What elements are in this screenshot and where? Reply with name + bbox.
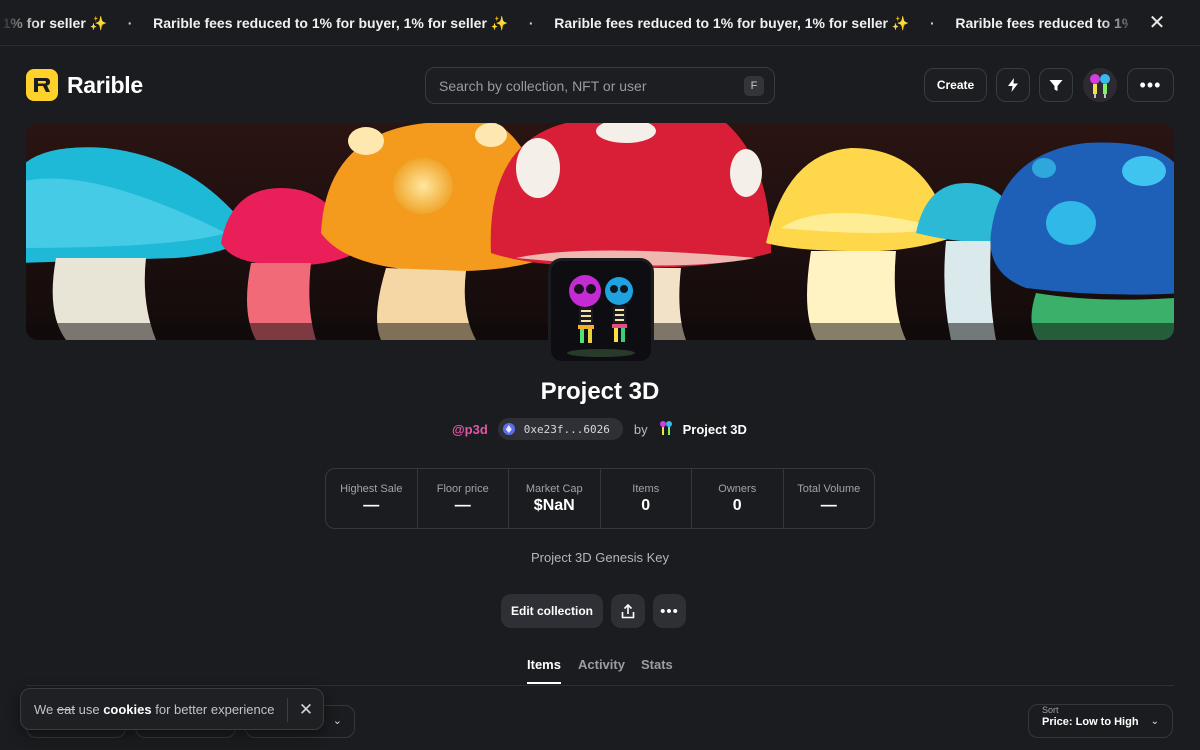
collection-avatar[interactable] [548, 258, 654, 364]
ticker-separator: · [528, 15, 534, 31]
stat-value: — [820, 497, 837, 514]
collection-stats: Highest Sale — Floor price — Market Cap … [325, 468, 875, 529]
search-bar[interactable]: F [425, 67, 775, 104]
cookie-banner: We eat use cookies for better experience… [20, 688, 324, 730]
filter-icon [1049, 79, 1063, 91]
chevron-down-icon: ⌄ [332, 715, 342, 727]
collection-description: Project 3D Genesis Key [530, 550, 669, 565]
ticker-fade-left [0, 0, 40, 45]
rarible-logo-icon[interactable] [26, 69, 58, 101]
cookie-message: We eat use cookies for better experience [34, 702, 274, 717]
ticker-separator: · [127, 15, 133, 31]
cookie-text-suffix: for better experience [155, 702, 275, 717]
contract-address: 0xe23f...6026 [523, 422, 610, 436]
stat-floor-price: Floor price — [418, 469, 509, 528]
stat-label: Market Cap [525, 483, 583, 495]
search-shortcut-key: F [744, 76, 764, 96]
stat-market-cap: Market Cap $NaN [509, 469, 601, 528]
stat-label: Highest Sale [340, 483, 403, 495]
cookie-text-bold: cookies [103, 702, 152, 717]
sort-dropdown[interactable]: Sort Price: Low to High ⌄ [1028, 704, 1173, 738]
bolt-button[interactable] [996, 68, 1030, 102]
create-button[interactable]: Create [924, 68, 987, 102]
collection-handle[interactable]: @p3d [452, 422, 488, 437]
collection-tabs: Items Activity Stats [26, 652, 1174, 686]
share-icon [621, 603, 635, 618]
stat-highest-sale: Highest Sale — [326, 469, 418, 528]
chevron-down-icon: ⌄ [1150, 716, 1159, 727]
share-button[interactable] [611, 594, 645, 628]
stat-value: — [363, 497, 380, 514]
close-icon[interactable]: ✕ [294, 698, 318, 722]
collection-meta: @p3d 0xe23f...6026 by Project 3D [452, 418, 747, 440]
collection-more-button[interactable]: ••• [653, 594, 686, 628]
top-header: Rarible F Create ••• [0, 46, 1200, 122]
edit-collection-button[interactable]: Edit collection [501, 594, 603, 628]
stat-total-volume: Total Volume — [784, 469, 875, 528]
ticker-track: Rarible fees reduced to 1% for buyer, 1%… [0, 0, 1200, 45]
stat-label: Floor price [436, 483, 489, 495]
stat-items: Items 0 [601, 469, 692, 528]
close-icon[interactable]: ✕ [1146, 12, 1168, 34]
creator-avatar-icon[interactable] [657, 420, 675, 438]
ticker-separator: · [929, 15, 935, 31]
ethereum-icon [502, 423, 515, 435]
search-input[interactable] [439, 68, 729, 103]
stat-label: Items [632, 483, 660, 495]
stat-value: — [454, 497, 471, 514]
announcement-ticker: Rarible fees reduced to 1% for buyer, 1%… [0, 0, 1200, 46]
by-label: by [633, 421, 648, 437]
stat-value: 0 [641, 497, 651, 514]
bolt-icon [1008, 78, 1018, 92]
ticker-message[interactable]: Rarible fees reduced to 1% for buyer, 1%… [153, 15, 508, 32]
stat-label: Total Volume [797, 483, 861, 495]
filter-button[interactable] [1039, 68, 1073, 102]
cookie-text-middle: use [78, 702, 100, 717]
stat-owners: Owners 0 [692, 469, 784, 528]
more-menu-button[interactable]: ••• [1127, 68, 1174, 102]
cookie-divider [287, 698, 288, 722]
tab-items[interactable]: Items [527, 657, 561, 684]
user-avatar[interactable] [1083, 68, 1117, 102]
stat-label: Owners [718, 483, 757, 495]
tab-stats[interactable]: Stats [641, 657, 673, 682]
sort-value: Price: Low to High [1042, 716, 1139, 728]
brand-name[interactable]: Rarible [67, 72, 143, 99]
ticker-message[interactable]: Rarible fees reduced to 1% for buyer, 1%… [554, 15, 909, 32]
cookie-text-struck: eat [56, 702, 75, 717]
collection-title: Project 3D [540, 378, 660, 405]
cookie-text-prefix: We [34, 702, 54, 717]
sort-label: Sort [1042, 705, 1059, 715]
stat-value: $NaN [533, 497, 575, 514]
stat-value: 0 [732, 497, 742, 514]
contract-address-pill[interactable]: 0xe23f...6026 [497, 418, 623, 440]
creator-name[interactable]: Project 3D [683, 422, 747, 437]
tab-activity[interactable]: Activity [578, 657, 625, 682]
